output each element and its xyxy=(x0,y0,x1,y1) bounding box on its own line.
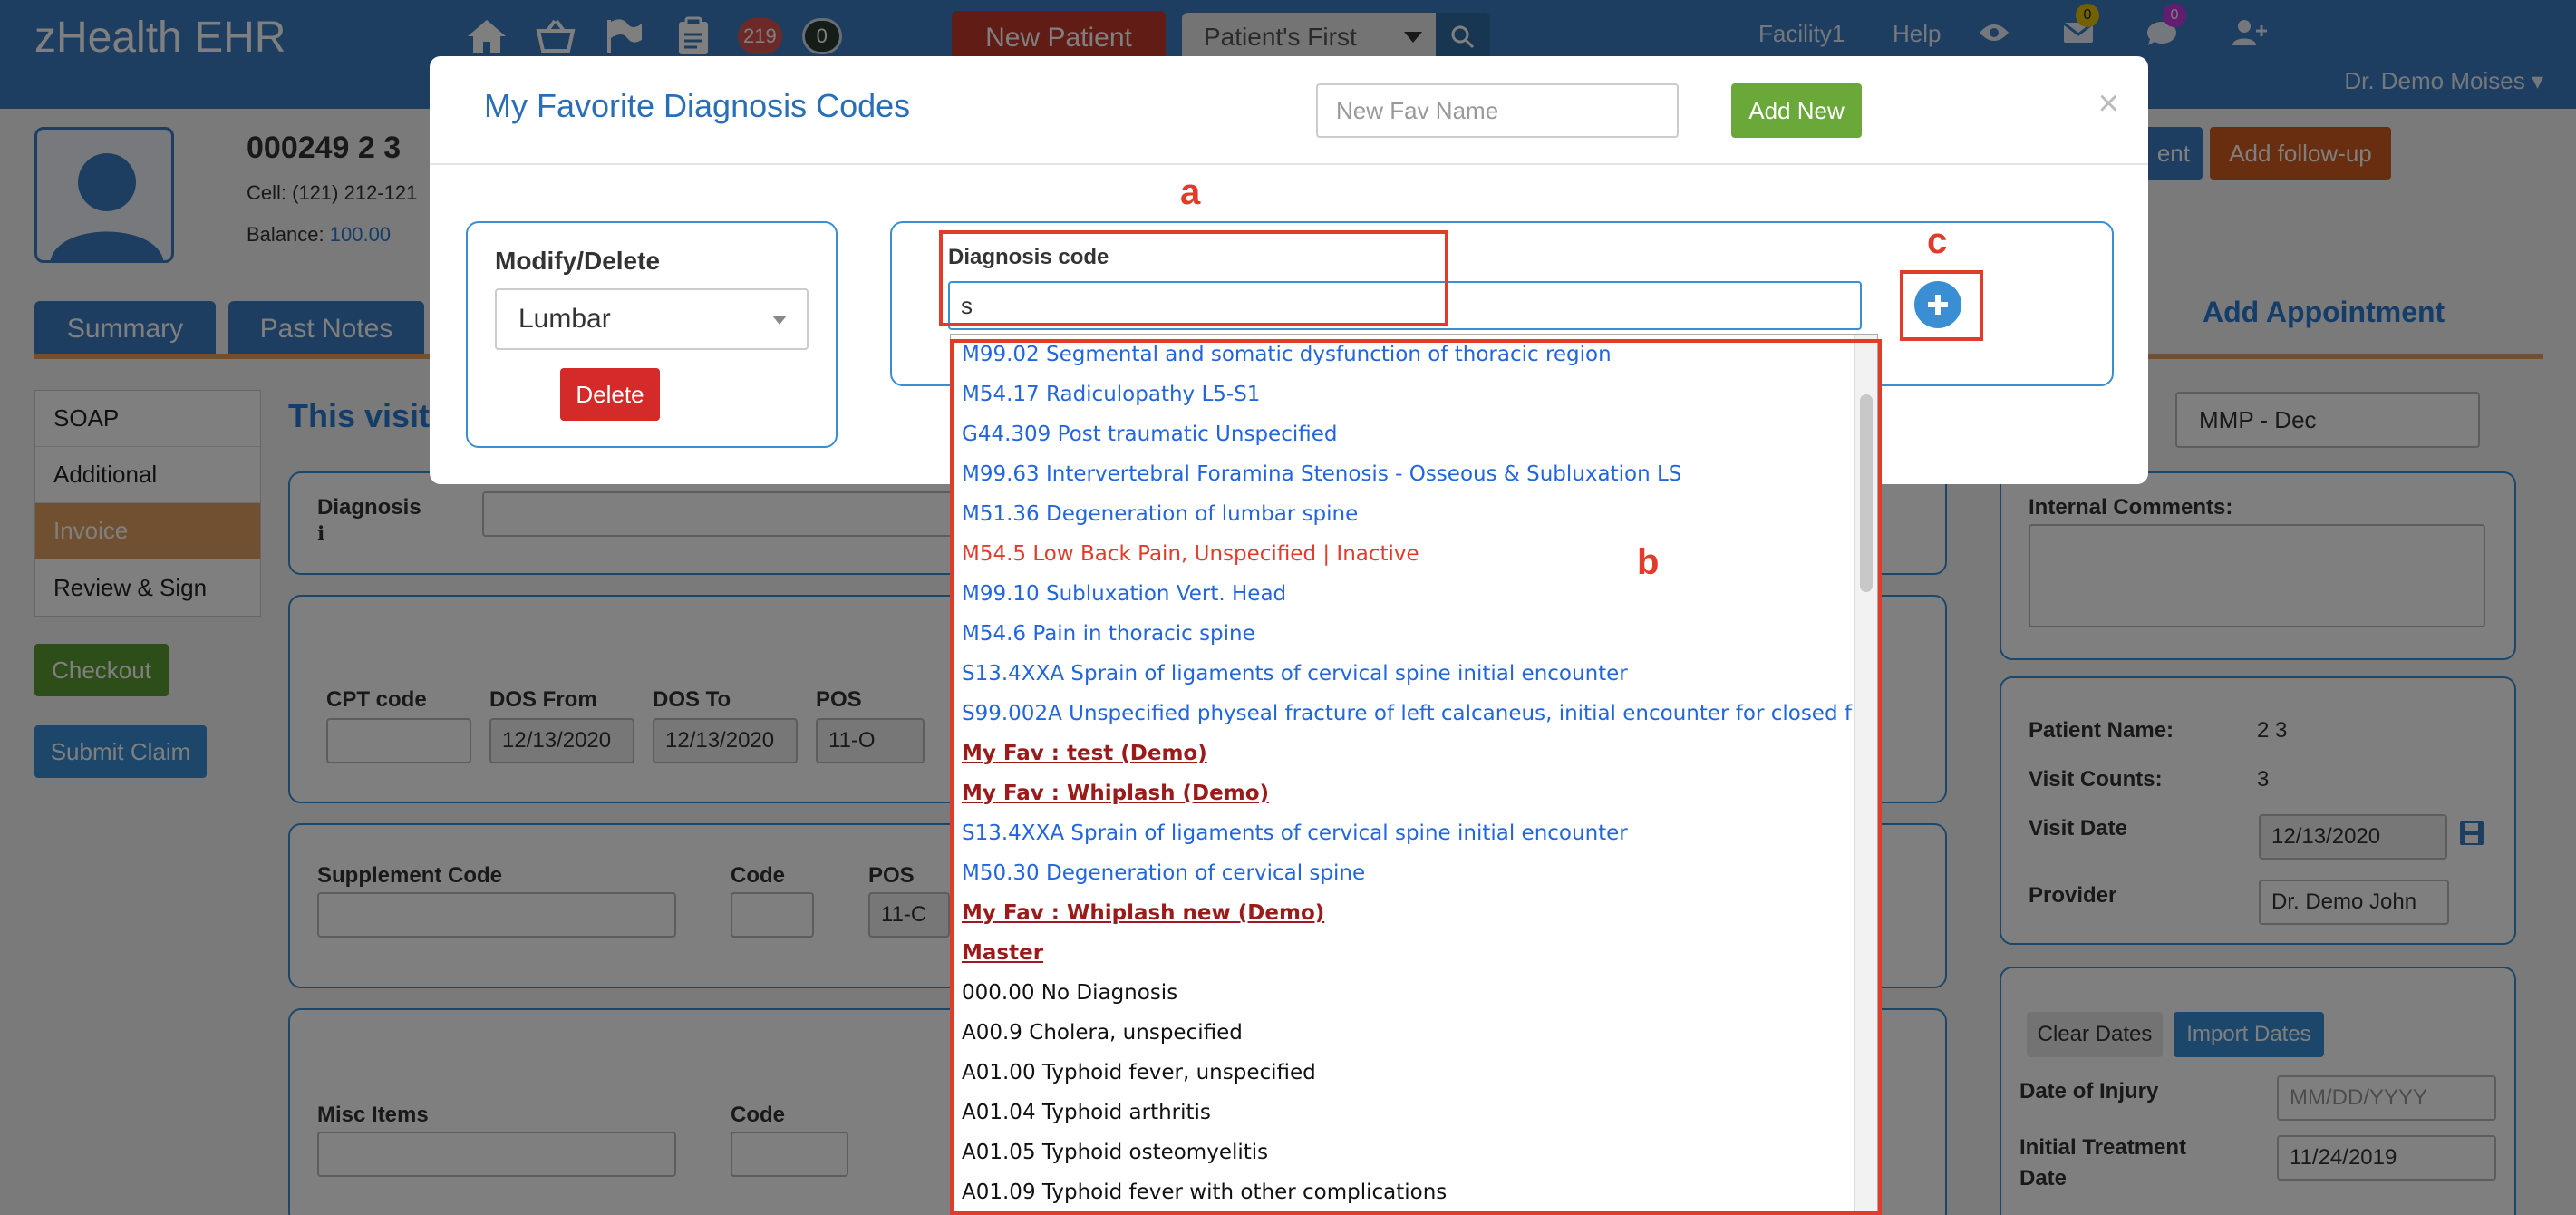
delete-button[interactable]: Delete xyxy=(560,368,660,421)
add-new-button[interactable]: Add New xyxy=(1731,83,1862,138)
caret-down-icon xyxy=(772,316,787,325)
new-fav-name-input[interactable]: New Fav Name xyxy=(1316,83,1679,138)
annotation-label-c: c xyxy=(1927,221,1948,261)
annotation-box-a xyxy=(939,230,1448,326)
favorite-select[interactable]: Lumbar xyxy=(495,288,809,350)
modify-delete-panel: Modify/Delete Lumbar Delete xyxy=(466,221,838,448)
favorite-select-value: Lumbar xyxy=(518,304,611,334)
modify-delete-label: Modify/Delete xyxy=(495,247,661,275)
annotation-box-c xyxy=(1900,270,1983,341)
annotation-label-b: b xyxy=(1637,542,1660,582)
close-icon[interactable]: × xyxy=(2098,83,2119,124)
annotation-box-b xyxy=(950,339,1882,1215)
annotation-label-a: a xyxy=(1180,172,1201,212)
modal-divider xyxy=(430,163,2148,165)
modal-title: My Favorite Diagnosis Codes xyxy=(484,87,911,124)
